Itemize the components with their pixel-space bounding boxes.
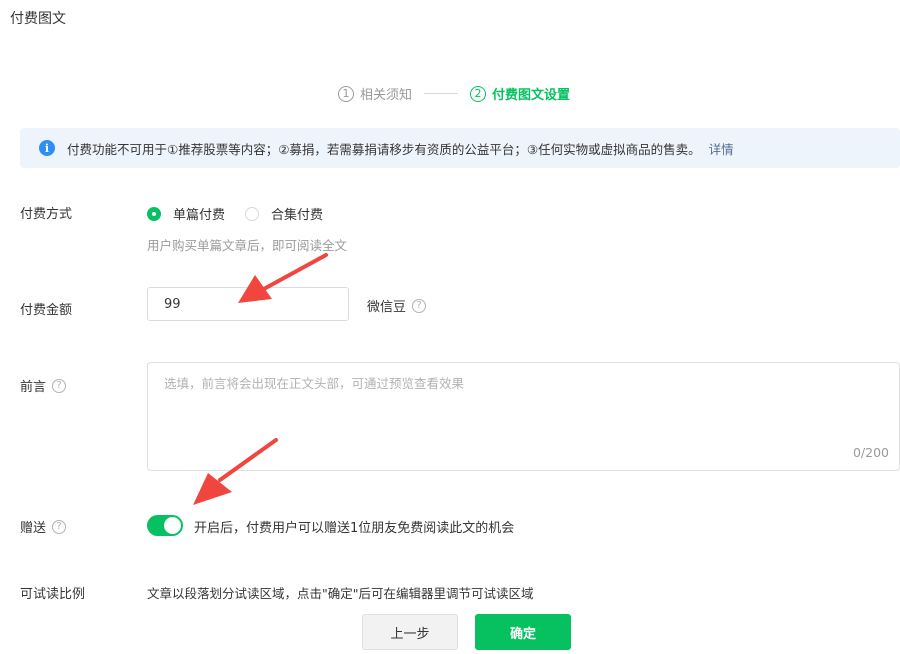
step-1-label: 相关须知 <box>360 88 413 103</box>
gift-help-icon[interactable]: ? <box>52 519 67 534</box>
trial-label: 可试读比例 <box>20 583 85 602</box>
notice-details-link[interactable]: 详情 <box>709 139 734 158</box>
pay-method-label-text: 付费方式 <box>20 207 73 222</box>
radio-single-pay-circle[interactable] <box>147 206 161 221</box>
gift-label: 赠送 ? <box>20 517 67 536</box>
preface-field: 0/200 <box>147 362 900 471</box>
amount-label: 付费金额 <box>20 299 72 318</box>
step-2-label: 付费图文设置 <box>492 88 571 103</box>
preface-label-text: 前言 <box>20 380 47 395</box>
step-1: 1 相关须知 <box>338 84 412 103</box>
amount-unit-text: 微信豆 <box>367 300 407 315</box>
radio-single-pay-label[interactable]: 单篇付费 <box>173 204 225 223</box>
step-divider <box>424 93 459 94</box>
amount-unit: 微信豆 ? <box>367 296 427 315</box>
page-title: 付费图文 <box>10 11 66 27</box>
step-indicator: 1 相关须知 2 付费图文设置 <box>338 84 570 103</box>
previous-step-button[interactable]: 上一步 <box>362 614 458 650</box>
confirm-button[interactable]: 确定 <box>475 614 571 650</box>
gift-description: 开启后，付费用户可以赠送1位朋友免费阅读此文的机会 <box>194 521 515 536</box>
preface-char-counter: 0/200 <box>852 445 889 460</box>
gift-toggle-switch[interactable] <box>147 515 183 536</box>
radio-single-pay[interactable]: 单篇付费 <box>147 204 225 223</box>
step-1-number: 1 <box>338 85 354 102</box>
radio-collection-pay-circle[interactable] <box>245 206 260 221</box>
preface-help-icon[interactable]: ? <box>52 378 67 393</box>
amount-label-text: 付费金额 <box>20 303 73 318</box>
trial-label-text: 可试读比例 <box>20 587 86 602</box>
pay-method-label: 付费方式 <box>20 203 72 222</box>
preface-textarea[interactable] <box>148 363 899 470</box>
pay-method-hint: 用户购买单篇文章后，即可阅读全文 <box>147 238 348 253</box>
trial-description: 文章以段落划分试读区域，点击"确定"后可在编辑器里调节可试读区域 <box>147 586 534 601</box>
amount-help-icon[interactable]: ? <box>412 298 427 313</box>
info-icon: i <box>39 140 55 156</box>
notice-bar: i 付费功能不可用于①推荐股票等内容；②募捐，若需募捐请移步有资质的公益平台；③… <box>20 128 900 168</box>
toggle-knob <box>164 517 181 534</box>
notice-text: 付费功能不可用于①推荐股票等内容；②募捐，若需募捐请移步有资质的公益平台；③任何… <box>67 141 701 157</box>
step-2-number: 2 <box>470 85 487 102</box>
radio-collection-pay[interactable]: 合集付费 <box>245 204 323 223</box>
radio-collection-pay-label[interactable]: 合集付费 <box>271 204 323 223</box>
pay-method-radio-group: 单篇付费 合集付费 <box>147 204 343 223</box>
gift-label-text: 赠送 <box>20 521 47 536</box>
preface-label: 前言 ? <box>20 376 67 395</box>
amount-input[interactable] <box>147 287 349 321</box>
step-2: 2 付费图文设置 <box>470 84 570 103</box>
